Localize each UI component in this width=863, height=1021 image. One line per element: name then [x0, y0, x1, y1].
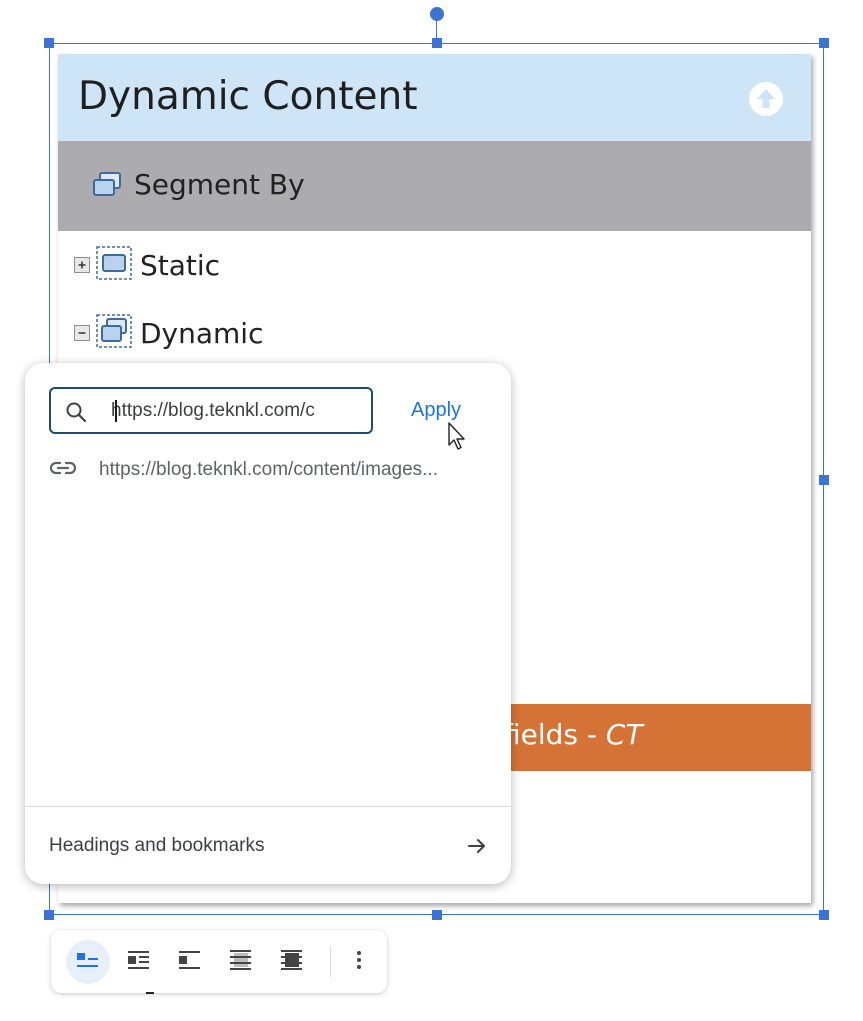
- wrap-text-icon: [127, 950, 151, 975]
- resize-handle-top-left[interactable]: [44, 38, 54, 48]
- resize-handle-bottom-left[interactable]: [44, 910, 54, 920]
- static-segment-icon: [96, 245, 132, 285]
- link-suggestion-text: https://blog.teknkl.com/content/images..…: [99, 459, 439, 480]
- resize-handle-bottom[interactable]: [432, 910, 442, 920]
- tree-label-dynamic: Dynamic: [140, 316, 264, 350]
- up-arrow-icon: [749, 82, 783, 116]
- orange-bar-text: fields - CT: [503, 718, 643, 751]
- resize-handle-bottom-right[interactable]: [819, 910, 829, 920]
- segment-icon: [92, 171, 122, 204]
- resize-handle-top-right[interactable]: [819, 38, 829, 48]
- tree-row-dynamic: Dynamic: [74, 313, 263, 353]
- more-vert-icon: [356, 950, 362, 975]
- dynamic-segment-icon: [96, 313, 132, 353]
- link-url-input[interactable]: [111, 389, 369, 432]
- image-title: Dynamic Content: [78, 74, 418, 119]
- link-popup: Apply https://blog.teknkl.com/content/im…: [25, 363, 511, 884]
- resize-handle-right[interactable]: [819, 475, 829, 485]
- more-options-button[interactable]: [337, 940, 381, 984]
- link-suggestion[interactable]: https://blog.teknkl.com/content/images..…: [49, 455, 489, 485]
- behind-text-button[interactable]: [219, 940, 263, 984]
- arrow-right-icon[interactable]: [466, 835, 488, 862]
- inline-icon: [76, 950, 100, 975]
- minus-icon: [74, 325, 90, 341]
- segment-label: Segment By: [134, 168, 305, 201]
- mouse-pointer-icon: [447, 421, 469, 456]
- apply-button[interactable]: Apply: [411, 399, 461, 422]
- text-caret: [115, 400, 117, 422]
- behind-text-icon: [229, 949, 253, 976]
- image-options-toolbar: [51, 930, 387, 993]
- search-icon: [65, 401, 87, 428]
- tooltip-mark: [146, 992, 154, 994]
- toolbar-separator: [330, 947, 331, 977]
- break-text-button[interactable]: [168, 940, 212, 984]
- segment-bar: Segment By: [58, 141, 811, 231]
- wrap-text-button[interactable]: [117, 940, 161, 984]
- resize-handle-top[interactable]: [432, 38, 442, 48]
- inline-button[interactable]: [66, 940, 110, 984]
- tree-label-static: Static: [140, 248, 221, 282]
- rotate-handle[interactable]: [430, 7, 444, 21]
- plus-icon: [74, 257, 90, 273]
- headings-and-bookmarks[interactable]: Headings and bookmarks: [49, 835, 264, 857]
- in-front-of-text-icon: [280, 949, 304, 976]
- in-front-of-text-button[interactable]: [270, 940, 314, 984]
- tree-row-static: Static: [74, 245, 220, 285]
- break-text-icon: [178, 950, 202, 975]
- popup-divider: [25, 806, 511, 807]
- link-icon: [49, 460, 77, 481]
- image-header: Dynamic Content: [58, 54, 811, 141]
- link-search-box[interactable]: [49, 387, 373, 434]
